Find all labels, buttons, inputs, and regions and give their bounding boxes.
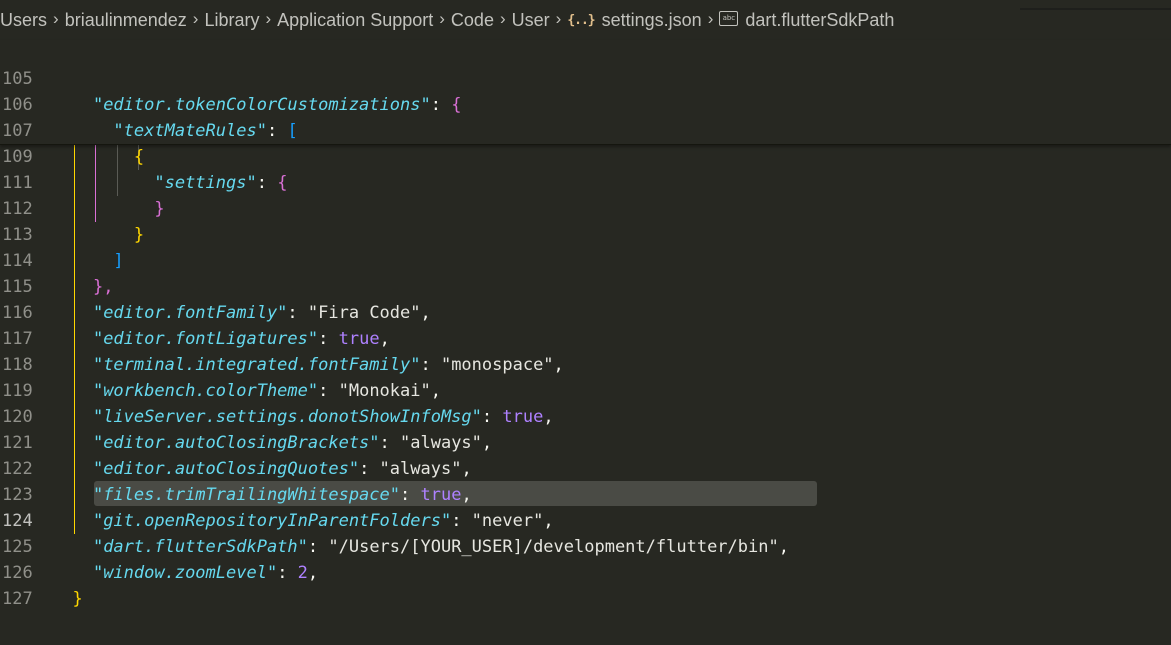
code-line-active[interactable]: 124 "dart.flutterSdkPath": "/Users/[YOUR… bbox=[0, 482, 1171, 557]
code-line[interactable]: 125 "window.zoomLevel": 2, bbox=[0, 508, 1171, 583]
breadcrumb-item-user-home[interactable]: briaulinmendez bbox=[65, 10, 187, 31]
breadcrumb: Users › briaulinmendez › Library › Appli… bbox=[0, 0, 1171, 40]
chevron-right-icon: › bbox=[53, 9, 59, 28]
code-line[interactable]: 114 }, bbox=[0, 222, 1171, 297]
tab-bar-edge bbox=[1020, 8, 1171, 10]
code-line[interactable]: 123 "git.openRepositoryInParentFolders":… bbox=[0, 456, 1171, 531]
breadcrumb-item-application-support[interactable]: Application Support bbox=[277, 10, 433, 31]
code-line[interactable]: 122 "files.trimTrailingWhitespace": true… bbox=[0, 430, 1171, 505]
breadcrumb-item-user[interactable]: User bbox=[512, 10, 550, 31]
chevron-right-icon: › bbox=[499, 9, 506, 28]
code-line[interactable]: 118 "workbench.colorTheme": "Monokai", bbox=[0, 326, 1171, 401]
code-line[interactable]: 116 "editor.fontLigatures": true, bbox=[0, 274, 1171, 349]
code-editor[interactable]: Users › briaulinmendez › Library › Appli… bbox=[0, 0, 1171, 645]
sticky-line[interactable]: 106 "textMateRules": [ bbox=[0, 66, 1171, 141]
string-symbol-icon: abc bbox=[719, 10, 739, 26]
code-line[interactable]: 115 "editor.fontFamily": "Fira Code", bbox=[0, 248, 1171, 323]
chevron-right-icon: › bbox=[192, 9, 199, 28]
json-file-icon: {..} bbox=[567, 12, 595, 28]
chevron-right-icon: › bbox=[439, 9, 445, 28]
code-line[interactable]: 126 } bbox=[0, 534, 1171, 609]
code-line[interactable]: 113 ] bbox=[0, 196, 1171, 271]
line-number: 127 bbox=[2, 589, 33, 609]
bracket: } bbox=[72, 589, 83, 609]
chevron-right-icon: › bbox=[555, 9, 562, 28]
breadcrumb-item-users[interactable]: Users bbox=[0, 10, 47, 31]
code-line[interactable]: 111 } bbox=[0, 144, 1171, 219]
bracket: { bbox=[133, 147, 145, 167]
breadcrumb-item-flutter-sdk-path[interactable]: dart.flutterSdkPath bbox=[745, 10, 894, 31]
sticky-line[interactable]: 105 "editor.tokenColorCustomizations": { bbox=[0, 40, 1171, 115]
sticky-scroll-header[interactable]: 105 "editor.tokenColorCustomizations": {… bbox=[0, 40, 1171, 193]
bracket: { bbox=[277, 173, 288, 193]
breadcrumb-item-settings-json[interactable]: settings.json bbox=[602, 10, 702, 31]
chevron-right-icon: › bbox=[707, 9, 714, 28]
breadcrumb-item-code[interactable]: Code bbox=[451, 10, 494, 31]
json-key: "settings" bbox=[154, 173, 257, 193]
code-line[interactable]: 119 "liveServer.settings.donotShowInfoMs… bbox=[0, 352, 1171, 427]
code-line[interactable]: 120 "editor.autoClosingBrackets": "alway… bbox=[0, 378, 1171, 453]
sticky-line[interactable]: 109 "settings": { bbox=[0, 118, 1171, 193]
sticky-line[interactable]: 107 { bbox=[0, 92, 1171, 167]
code-area[interactable]: 105 "editor.tokenColorCustomizations": {… bbox=[0, 0, 1171, 645]
breadcrumb-item-library[interactable]: Library bbox=[204, 10, 259, 31]
chevron-right-icon: › bbox=[265, 9, 272, 28]
code-line[interactable]: 121 "editor.autoClosingQuotes": "always"… bbox=[0, 404, 1171, 479]
code-line[interactable]: 117 "terminal.integrated.fontFamily": "m… bbox=[0, 300, 1171, 375]
code-line[interactable]: 127 bbox=[0, 560, 1171, 609]
line-number: 109 bbox=[2, 147, 33, 167]
